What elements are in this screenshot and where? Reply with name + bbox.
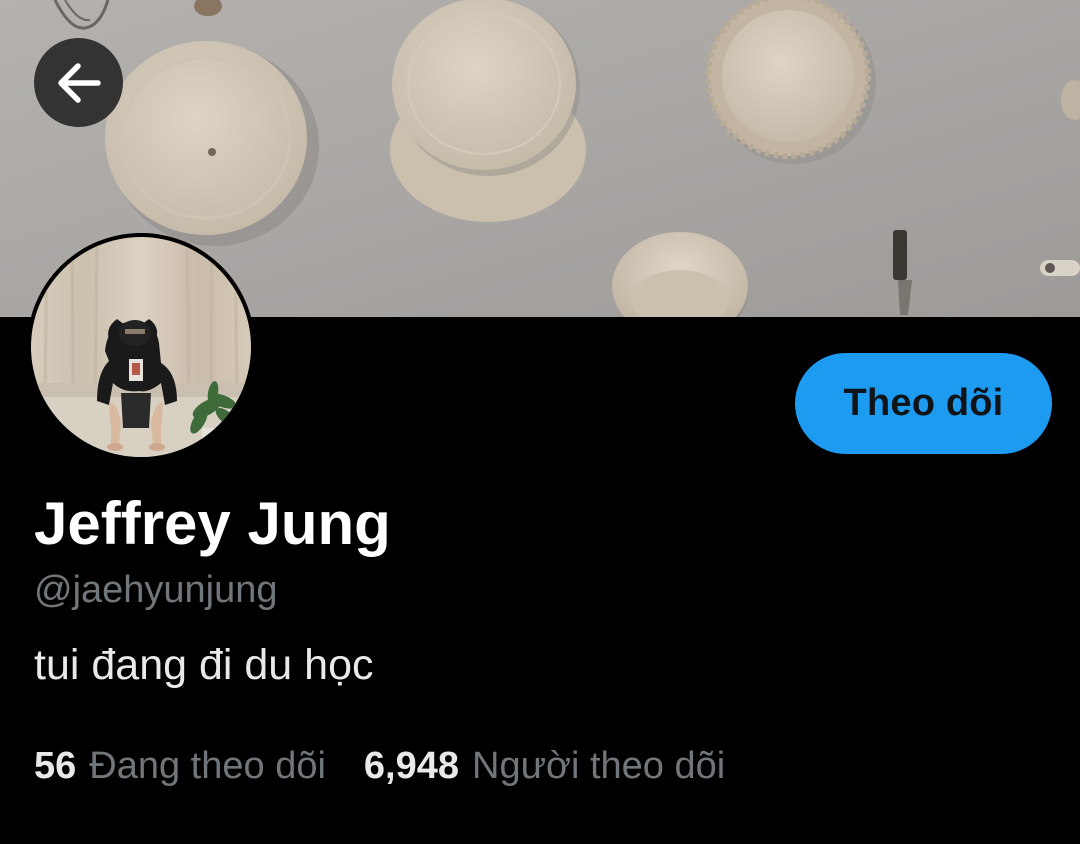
profile-bio: tui đang đi du học	[34, 641, 374, 689]
user-handle: @jaehyunjung	[34, 569, 278, 611]
back-button[interactable]	[34, 38, 123, 127]
follow-button[interactable]: Theo dõi	[795, 353, 1052, 454]
arrow-left-icon	[57, 62, 101, 103]
followers-count: 6,948	[363, 745, 460, 787]
follow-button-label: Theo dõi	[843, 382, 1004, 424]
profile-stats: 56 Đang theo dõi 6,948 Người theo dõi	[34, 742, 725, 790]
profile-page: Theo dõi Jeffrey Jung @jaehyunjung tui đ…	[0, 0, 1080, 844]
profile-avatar[interactable]	[27, 233, 255, 461]
followers-link[interactable]: 6,948 Người theo dõi	[364, 742, 725, 790]
followers-label: Người theo dõi	[472, 745, 726, 787]
following-label: Đang theo dõi	[89, 745, 326, 787]
display-name: Jeffrey Jung	[34, 490, 391, 557]
avatar-image	[27, 233, 255, 461]
following-link[interactable]: 56 Đang theo dõi	[34, 742, 326, 790]
following-count: 56	[34, 745, 77, 787]
